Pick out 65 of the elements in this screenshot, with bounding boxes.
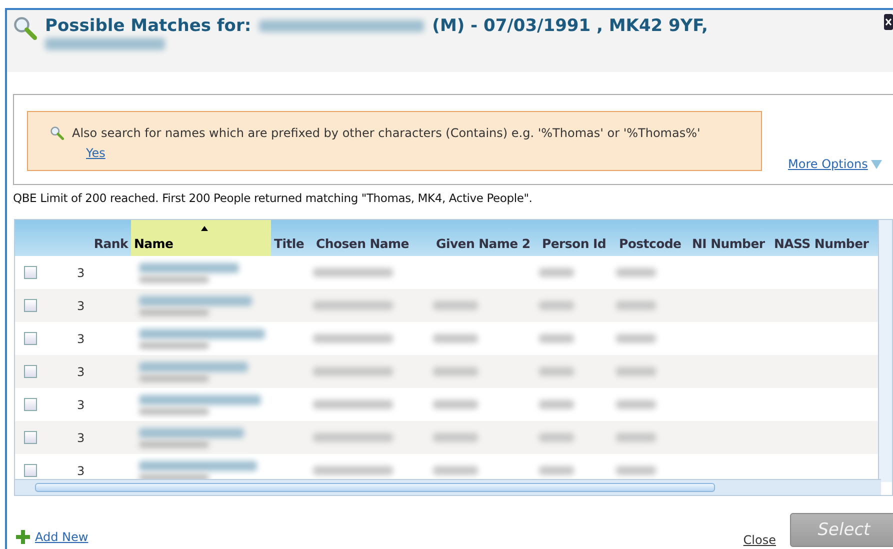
plus-icon — [15, 529, 31, 545]
column-header[interactable]: Title — [271, 220, 313, 256]
row-checkbox[interactable] — [24, 266, 37, 279]
blurred-text — [616, 400, 656, 409]
row-checkbox[interactable] — [24, 464, 37, 477]
blurred-text — [616, 268, 656, 277]
blurred-text — [616, 367, 656, 376]
blurred-text — [616, 334, 656, 343]
column-header[interactable]: Rank — [61, 220, 131, 256]
rank-cell: 3 — [77, 364, 85, 378]
blurred-text — [539, 334, 574, 343]
status-message: QBE Limit of 200 reached. First 200 People returned matching "Thomas, MK4, Active People". — [13, 191, 534, 205]
blurred-text — [539, 433, 574, 442]
blurred-text — [139, 440, 209, 448]
magnifier-icon — [50, 126, 64, 140]
rank-cell: 3 — [77, 332, 85, 346]
row-checkbox[interactable] — [24, 431, 37, 444]
sort-arrow-icon — [201, 226, 208, 231]
close-link[interactable]: Close — [743, 533, 776, 547]
blurred-text — [616, 433, 656, 442]
blurred-text — [433, 466, 478, 475]
blurred-text — [433, 433, 478, 442]
column-header[interactable]: Person Id — [539, 220, 616, 256]
row-checkbox[interactable] — [24, 365, 37, 378]
row-checkbox[interactable] — [24, 299, 37, 312]
row-checkbox[interactable] — [24, 398, 37, 411]
rank-cell: 3 — [77, 430, 85, 444]
blurred-text — [139, 408, 209, 414]
blurred-text — [433, 367, 478, 376]
blurred-text — [139, 308, 209, 316]
blurred-text — [539, 400, 574, 409]
column-header[interactable]: Chosen Name — [313, 220, 433, 256]
dropdown-arrow-icon — [870, 160, 882, 168]
magnifier-icon — [13, 16, 37, 40]
rank-cell: 3 — [77, 464, 85, 478]
rank-cell: 3 — [77, 266, 85, 280]
blurred-text — [539, 301, 574, 310]
blurred-text — [433, 400, 478, 409]
column-header[interactable]: NASS Number — [771, 220, 881, 256]
blurred-text — [539, 268, 574, 277]
blurred-text — [539, 466, 574, 475]
notice-text: Also search for names which are prefixed by other characters (Contains) e.g. '%Thomas' or '%Thomas%' — [72, 126, 700, 140]
blurred-text — [139, 374, 209, 382]
row-checkbox[interactable] — [24, 332, 37, 345]
rank-cell: 3 — [77, 298, 85, 312]
blurred-text — [616, 301, 656, 310]
blurred-text — [139, 342, 209, 348]
column-header[interactable]: Name — [131, 220, 271, 256]
blurred-text — [433, 334, 478, 343]
column-header[interactable]: Given Name 2 — [433, 220, 539, 256]
blurred-text — [616, 466, 656, 475]
rank-cell: 3 — [77, 398, 85, 412]
close-icon[interactable] — [884, 14, 893, 30]
more-options-link[interactable]: More Options — [788, 157, 868, 171]
vertical-scrollbar[interactable] — [878, 220, 892, 482]
dialog-title: Possible Matches for: — [45, 16, 252, 36]
yes-link[interactable]: Yes — [86, 146, 106, 160]
blurred-text — [139, 276, 209, 282]
column-header[interactable]: Postcode — [616, 220, 689, 256]
horizontal-scrollbar[interactable] — [15, 479, 881, 495]
column-header[interactable]: NI Number — [689, 220, 771, 256]
add-new-link[interactable]: Add New — [35, 530, 88, 544]
blurred-text — [539, 367, 574, 376]
blurred-text — [433, 301, 478, 310]
dialog-title-details: (M) - 07/03/1991 , MK42 9YF, — [432, 16, 708, 36]
